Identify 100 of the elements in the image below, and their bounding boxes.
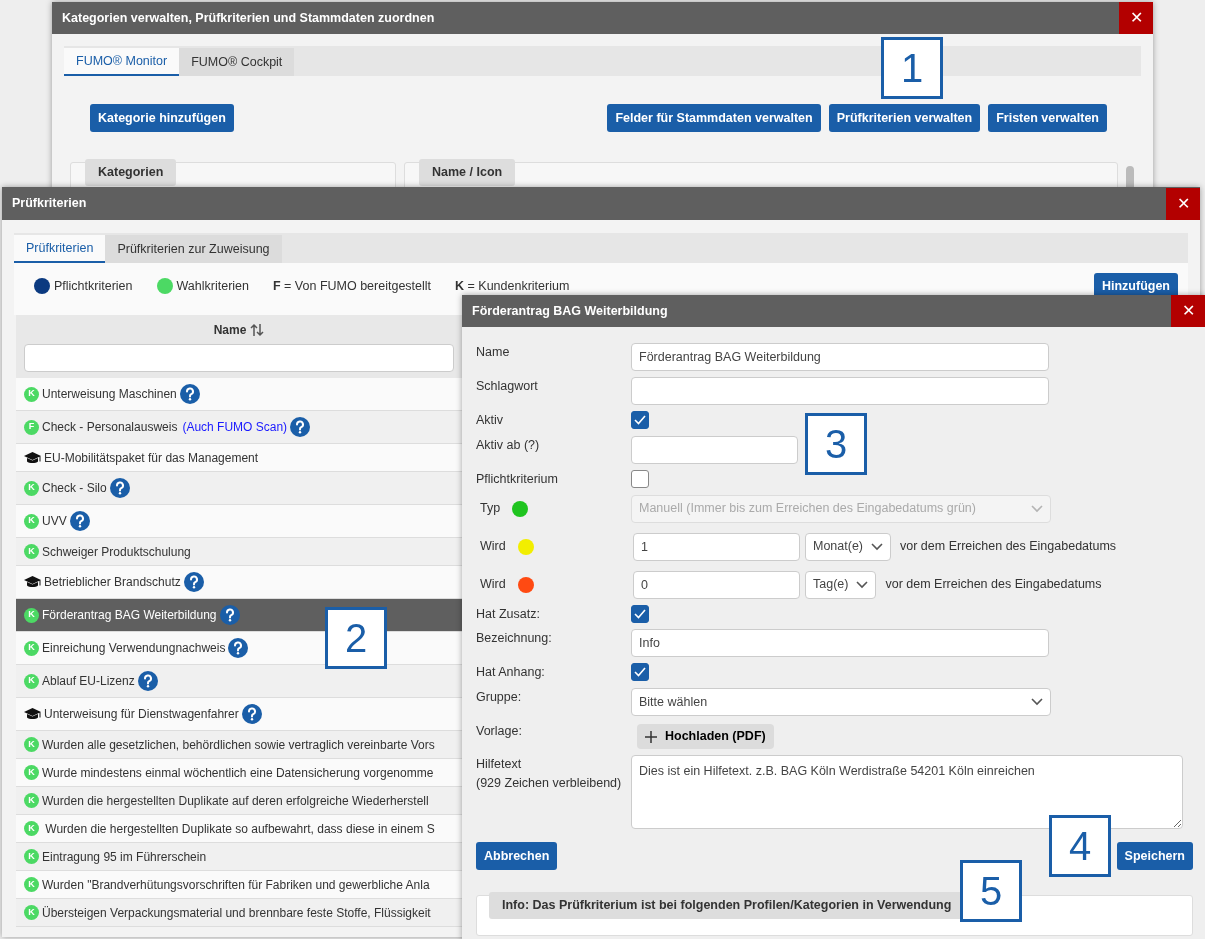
- upload-button[interactable]: Hochladen (PDF): [637, 724, 774, 749]
- table-row[interactable]: K Wurden alle gesetzlichen, behördlichen sowie vertraglich vereinbarte Vors: [16, 731, 462, 759]
- legend-label: F = Von FUMO bereitgestellt: [273, 277, 432, 295]
- scan-link[interactable]: (Auch FUMO Scan): [182, 418, 288, 436]
- help-icon[interactable]: [241, 704, 262, 724]
- tab[interactable]: FUMO® Monitor: [64, 48, 180, 76]
- help-icon[interactable]: [228, 638, 249, 658]
- graduation-cap-icon: [24, 576, 41, 588]
- unit-select[interactable]: Monat(e): [805, 532, 892, 561]
- row-text: Schweiger Produktschulung: [42, 543, 191, 561]
- close-button[interactable]: ✕: [1166, 187, 1200, 220]
- checkbox[interactable]: [631, 604, 649, 623]
- kind-badge: K: [24, 513, 39, 529]
- text-field[interactable]: [631, 377, 1049, 405]
- panel-legend: Kategorien: [85, 159, 177, 186]
- manage-button[interactable]: Prüfkriterien verwalten: [828, 104, 981, 132]
- row-text: Wurde mindestens einmal wöchentlich eine Datensicherung vorgenomme: [42, 764, 434, 782]
- field-label: Gruppe:: [476, 690, 522, 704]
- plus-icon: [645, 730, 657, 743]
- text-field[interactable]: Förderantrag BAG Weiterbildung: [631, 343, 1049, 371]
- row-text: Ablauf EU-Lizenz: [42, 673, 135, 690]
- number-field[interactable]: 1: [633, 532, 800, 561]
- table-row[interactable]: K Ablauf EU-Lizenz: [16, 665, 462, 698]
- tab[interactable]: FUMO® Cockpit: [179, 48, 295, 76]
- kind-badge: K: [24, 905, 39, 920]
- table-row[interactable]: K Wurden die hergestellten Duplikate auf deren erfolgreiche Wiederherstell: [16, 787, 462, 815]
- text-field[interactable]: [631, 435, 798, 464]
- graduation-cap-icon: [24, 451, 41, 464]
- table-row[interactable]: K Schweiger Produktschulung: [16, 538, 462, 566]
- field-label: Hilfetext: [476, 757, 522, 771]
- chevron-down-icon: [1031, 504, 1043, 513]
- help-icon[interactable]: [219, 605, 240, 625]
- callout-number: 3: [805, 413, 867, 475]
- field-label: Typ: [480, 500, 501, 518]
- row-text: Wurden die hergestellten Duplikate auf deren erfolgreiche Wiederherstell: [42, 792, 429, 810]
- help-icon[interactable]: [290, 417, 311, 437]
- help-icon[interactable]: [109, 478, 130, 498]
- text-field[interactable]: Info: [631, 629, 1049, 658]
- chevron-down-icon: [871, 542, 884, 551]
- table-row[interactable]: K Check - Silo: [16, 472, 462, 505]
- row-text: EU-Mobilitätspaket für das Management: [44, 449, 259, 467]
- row-text: Check - Personalausweis: [42, 419, 178, 436]
- checkbox[interactable]: [631, 469, 649, 488]
- legend-label: Wahlkriterien: [176, 277, 249, 295]
- row-text: Eintragung 95 im Führerschein: [42, 848, 207, 866]
- save-button[interactable]: Speichern: [1116, 842, 1193, 870]
- help-icon[interactable]: [183, 572, 204, 592]
- table-row[interactable]: K Übersteigen Verpackungsmaterial und brennbare feste Stoffe, Flüssigkeit: [16, 899, 462, 927]
- select-field[interactable]: Bitte wählen: [631, 688, 1051, 716]
- field-label: Aktiv: [476, 413, 504, 427]
- kind-badge: K: [24, 480, 39, 496]
- field-label: Name: [476, 345, 510, 359]
- window-title: Kategorien verwalten, Prüfkriterien und Stammdaten zuordnen: [61, 9, 435, 27]
- period-note: vor dem Erreichen des Eingabedatums: [885, 576, 1102, 594]
- help-icon[interactable]: [179, 384, 200, 404]
- row-text: Wurden die hergestellten Duplikate so aufbewahrt, dass diese in einem S: [44, 820, 435, 838]
- field-label: Aktiv ab (?): [476, 437, 540, 452]
- row-text: Wurden alle gesetzlichen, behördlichen sowie vertraglich vereinbarte Vors: [42, 736, 435, 754]
- legend-label: K = Kundenkriterium: [455, 277, 570, 295]
- column-header[interactable]: Name: [213, 321, 247, 339]
- row-text: Unterweisung Maschinen: [42, 386, 177, 403]
- field-label: Wird: [480, 576, 506, 594]
- row-text: Check - Silo: [42, 480, 107, 497]
- row-text: Förderantrag BAG Weiterbildung: [42, 607, 217, 624]
- window-title: Förderantrag BAG Weiterbildung: [471, 302, 668, 320]
- table-row[interactable]: F Check - Personalausweis (Auch FUMO Scan): [16, 411, 462, 444]
- field-label: Pflichtkriterium: [476, 471, 558, 486]
- help-icon[interactable]: [69, 511, 90, 531]
- help-icon[interactable]: [137, 671, 158, 691]
- close-button[interactable]: ✕: [1171, 295, 1205, 327]
- tab[interactable]: Prüfkriterien: [14, 235, 106, 263]
- kind-badge: K: [24, 673, 39, 689]
- row-text: UVV: [42, 513, 67, 530]
- callout-number: 1: [881, 37, 943, 99]
- kind-badge: K: [24, 765, 39, 780]
- field-label: Wird: [480, 538, 506, 556]
- kind-badge: K: [24, 877, 39, 892]
- checkbox[interactable]: [631, 411, 649, 429]
- unit-select[interactable]: Tag(e): [805, 570, 877, 599]
- chevron-down-icon: [856, 580, 869, 589]
- filter-field[interactable]: [24, 344, 454, 372]
- tab[interactable]: Prüfkriterien zur Zuweisung: [105, 235, 282, 263]
- close-button[interactable]: ✕: [1119, 2, 1153, 34]
- add-category-button[interactable]: Kategorie hinzufügen: [90, 104, 234, 132]
- manage-button[interactable]: Felder für Stammdaten verwalten: [607, 104, 821, 132]
- manage-button[interactable]: Fristen verwalten: [988, 104, 1107, 132]
- help-text-field[interactable]: Dies ist ein Hilfetext. z.B. BAG Köln Werdistraße 54201 Köln einreichen: [631, 755, 1183, 829]
- callout-number: 5: [960, 860, 1022, 922]
- period-note: vor dem Erreichen des Eingabedatums: [900, 538, 1117, 556]
- row-text: Unterweisung für Dienstwagenfahrer: [44, 706, 239, 723]
- remaining-count: (929 Zeichen verbleibend): [476, 775, 622, 790]
- cancel-button[interactable]: Abbrechen: [476, 842, 558, 870]
- table-row[interactable]: K Eintragung 95 im Führerschein: [16, 843, 462, 871]
- number-field[interactable]: 0: [633, 570, 800, 599]
- chevron-down-icon: [1031, 698, 1043, 706]
- panel-legend: Name / Icon: [419, 159, 516, 186]
- checkbox[interactable]: [631, 663, 649, 682]
- kind-badge: K: [24, 544, 39, 559]
- kind-badge: K: [24, 737, 39, 752]
- row-text: Wurden "Brandverhütungsvorschriften für Fabriken und gewerbliche Anla: [42, 876, 430, 894]
